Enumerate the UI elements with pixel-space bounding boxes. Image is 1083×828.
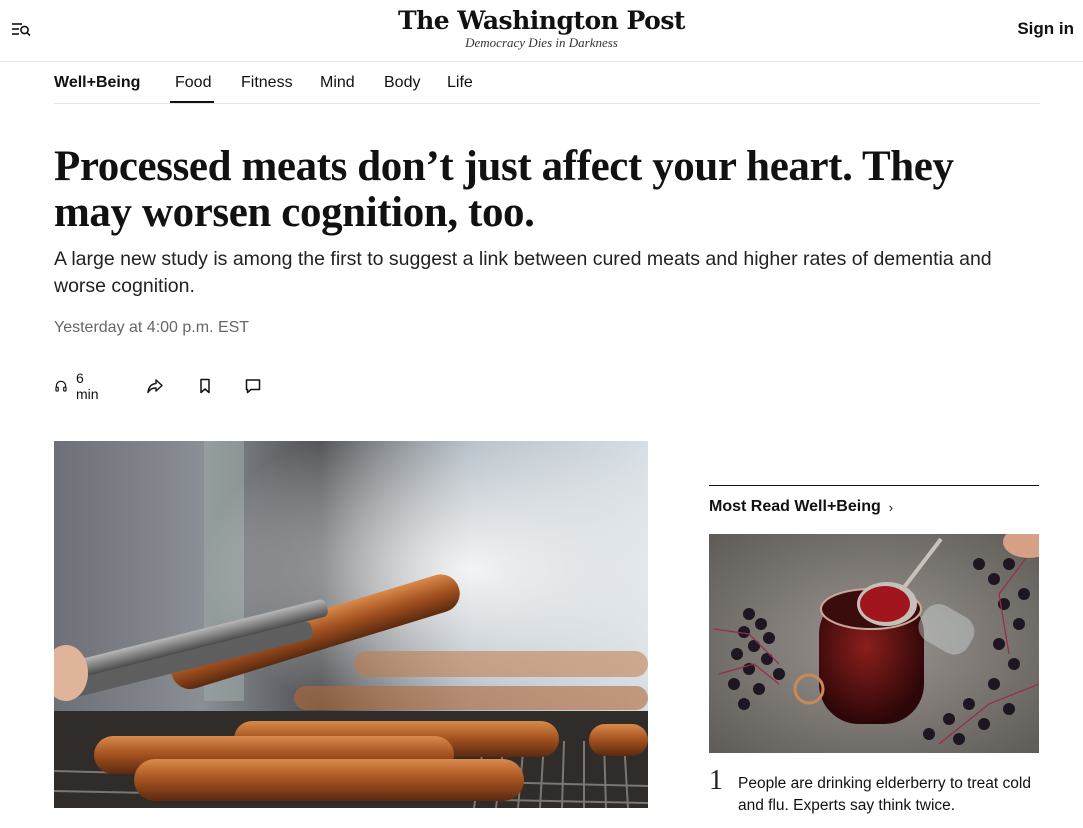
most-read-section: Most Read Well+Being › bbox=[709, 485, 1039, 516]
headphones-icon bbox=[55, 380, 67, 392]
comment-button[interactable] bbox=[244, 374, 262, 398]
nav-item-body[interactable]: Body bbox=[384, 74, 420, 92]
nav-item-fitness[interactable]: Fitness bbox=[241, 74, 293, 92]
masthead[interactable]: The Washington Post Democracy Dies in Da… bbox=[0, 6, 1083, 50]
most-read-image[interactable] bbox=[709, 534, 1039, 753]
listen-button[interactable]: 6 min bbox=[54, 370, 103, 402]
bookmark-icon bbox=[200, 378, 210, 394]
article-timestamp: Yesterday at 4:00 p.m. EST bbox=[54, 319, 250, 336]
most-read-headline[interactable]: People are drinking elderberry to treat … bbox=[738, 773, 1038, 817]
share-icon bbox=[147, 379, 163, 394]
active-nav-indicator bbox=[170, 101, 214, 103]
top-bar: The Washington Post Democracy Dies in Da… bbox=[0, 0, 1083, 62]
comment-icon bbox=[245, 379, 261, 394]
article-dek: A large new study is among the first to … bbox=[54, 248, 992, 297]
chevron-right-icon: › bbox=[888, 499, 894, 515]
listen-duration: 6 min bbox=[75, 370, 99, 402]
site-tagline: Democracy Dies in Darkness bbox=[465, 35, 618, 50]
nav-item-mind[interactable]: Mind bbox=[320, 74, 355, 92]
site-logo[interactable]: The Washington Post bbox=[0, 6, 1083, 36]
most-read-title: Most Read Well+Being bbox=[709, 498, 881, 515]
save-button[interactable] bbox=[196, 374, 214, 398]
most-read-title-link[interactable]: Most Read Well+Being › bbox=[709, 498, 1039, 516]
share-button[interactable] bbox=[146, 374, 164, 398]
sign-in-button[interactable]: Sign in bbox=[1017, 19, 1074, 39]
section-nav: Well+Being Food Fitness Mind Body Life bbox=[54, 62, 1040, 104]
hero-image bbox=[54, 441, 648, 808]
article-headline: Processed meats don’t just affect your h… bbox=[54, 143, 954, 236]
nav-item-food[interactable]: Food bbox=[175, 74, 211, 92]
nav-item-life[interactable]: Life bbox=[447, 74, 473, 92]
nav-well-being[interactable]: Well+Being bbox=[54, 74, 140, 92]
most-read-rank: 1 bbox=[709, 765, 723, 796]
